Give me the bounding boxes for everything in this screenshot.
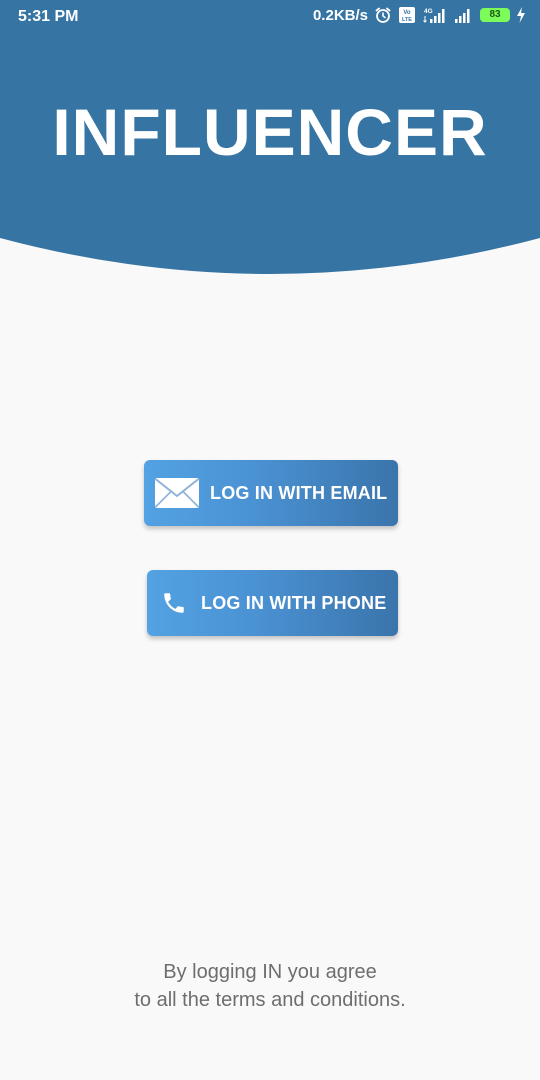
signal-icon xyxy=(454,6,474,24)
alarm-icon xyxy=(374,6,392,24)
status-bar: 5:31 PM 0.2KB/s Vo LTE 4G 83 xyxy=(0,0,540,34)
network-speed: 0.2KB/s xyxy=(312,6,368,24)
battery-icon: 83 xyxy=(480,8,510,22)
login-with-phone-button[interactable]: LOG IN WITH PHONE xyxy=(147,570,398,636)
volte-icon: Vo LTE xyxy=(398,6,416,24)
phone-icon xyxy=(161,590,187,616)
terms-notice-line-2: to all the terms and conditions. xyxy=(134,989,406,1011)
terms-notice-line-1: By logging IN you agree xyxy=(163,961,377,983)
svg-text:Vo: Vo xyxy=(403,10,411,16)
status-time: 5:31 PM xyxy=(18,8,79,25)
signal-icon: 4G xyxy=(422,6,448,24)
header-banner: 5:31 PM 0.2KB/s Vo LTE 4G 83 INFLUENCER xyxy=(0,0,540,280)
svg-text:LTE: LTE xyxy=(402,17,412,23)
terms-notice: By logging IN you agree to all the terms… xyxy=(0,958,540,1014)
app-title: INFLUENCER xyxy=(52,95,488,169)
login-with-email-label: LOG IN WITH EMAIL xyxy=(210,482,388,503)
battery-level: 83 xyxy=(489,9,501,20)
login-with-email-button[interactable]: LOG IN WITH EMAIL xyxy=(144,460,398,526)
svg-text:4G: 4G xyxy=(424,8,433,15)
login-with-phone-label: LOG IN WITH PHONE xyxy=(201,592,387,613)
envelope-icon xyxy=(154,477,200,509)
status-icons: 0.2KB/s Vo LTE 4G 83 xyxy=(313,6,526,24)
charging-icon xyxy=(516,7,526,23)
